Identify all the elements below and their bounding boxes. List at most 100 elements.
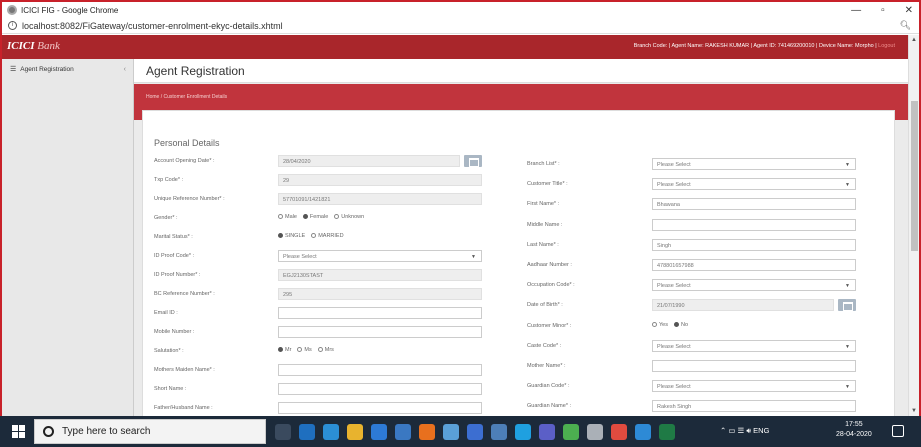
app-icon[interactable]	[467, 424, 483, 440]
radio-icon[interactable]	[278, 347, 283, 353]
customer-title-select[interactable]: Please Select	[652, 178, 856, 191]
store-icon[interactable]	[371, 424, 387, 440]
radio-icon[interactable]	[317, 347, 323, 353]
address-bar[interactable]: i localhost:8082/FiGateway/customer-enro…	[2, 18, 919, 34]
branch-list-label: Branch List* :	[527, 161, 560, 167]
first-name-field[interactable]: Bhawana	[652, 198, 856, 211]
page-title-bar: Agent Registration	[134, 59, 908, 83]
window-title: ICICI FIG - Google Chrome	[21, 5, 119, 15]
radio-icon[interactable]	[302, 214, 308, 220]
middle-name-field[interactable]	[652, 218, 856, 231]
date-of-birth-label: Date of Birth* :	[527, 302, 563, 309]
mother-name-label: Mother Name* :	[527, 363, 566, 369]
mothers-maiden-name-field[interactable]	[278, 364, 482, 376]
email-id-field[interactable]	[278, 307, 482, 319]
excel-icon[interactable]	[659, 424, 675, 440]
file-explorer-icon[interactable]	[347, 424, 363, 440]
caste-code-select[interactable]: Please Select	[652, 339, 856, 352]
bank-logo: ICICI Bank	[7, 40, 60, 52]
last-name-field[interactable]: Singh	[652, 238, 856, 251]
marital-status-radio-group: SINGLE MARRIED	[278, 233, 344, 239]
calendar-icon[interactable]	[464, 155, 482, 167]
scroll-down-icon[interactable]: ▼	[911, 408, 917, 414]
radio-icon[interactable]	[652, 321, 657, 327]
aadhaar-number-field[interactable]: 478801657988	[652, 259, 856, 271]
customer-minor-option-yes[interactable]: Yes	[652, 322, 668, 328]
customer-minor-option-no[interactable]: No	[673, 321, 688, 328]
personal-details-panel: Personal Details Account Opening Date* :…	[142, 110, 895, 416]
salutation-label: Salutation* :	[154, 348, 184, 354]
radio-icon[interactable]	[278, 214, 283, 220]
taskbar-clock[interactable]: 17:55 28-04-2020	[836, 420, 872, 440]
short-name-field[interactable]	[278, 383, 482, 395]
app-icon[interactable]	[491, 424, 507, 440]
customer-title-label: Customer Title* :	[527, 181, 568, 188]
notification-icon[interactable]	[892, 425, 904, 437]
cortana-icon	[43, 426, 54, 437]
radio-icon[interactable]	[278, 233, 283, 239]
gender-label: Gender* :	[154, 215, 178, 221]
guardian-name-label: Guardian Name* :	[527, 403, 572, 410]
skype-icon[interactable]	[515, 424, 531, 440]
guardian-name-field[interactable]: Rakesh Singh	[652, 400, 856, 413]
id-proof-number-label: ID Proof Number* :	[154, 272, 201, 278]
mother-name-field[interactable]	[652, 360, 856, 372]
system-tray[interactable]: ⌃ ▭ ☰ 🔊︎ ENG	[720, 426, 769, 436]
father-husband-name-field[interactable]	[278, 402, 482, 414]
gender-option-female[interactable]: Female	[302, 214, 328, 220]
info-icon[interactable]: i	[8, 21, 17, 30]
mail-icon[interactable]	[395, 424, 411, 440]
breadcrumb-home[interactable]: Home	[146, 94, 159, 100]
radio-icon[interactable]	[311, 233, 317, 239]
taskbar-search-placeholder: Type here to search	[62, 426, 151, 437]
app-icon[interactable]	[443, 424, 459, 440]
gender-option-male[interactable]: Male	[278, 214, 297, 220]
caste-code-label: Caste Code* :	[527, 342, 562, 349]
radio-icon[interactable]	[334, 214, 340, 220]
app-header: ICICI Bank Branch Code: | Agent Name: RA…	[2, 35, 919, 59]
close-button[interactable]: ✕	[905, 5, 913, 16]
chrome-taskbar-icon[interactable]	[611, 424, 627, 440]
radio-icon[interactable]	[297, 347, 303, 353]
logout-link[interactable]: Logout	[878, 43, 895, 49]
id-proof-code-select[interactable]: Please Select	[278, 250, 482, 262]
salutation-option-mr[interactable]: Mr	[278, 347, 291, 353]
mobile-number-field[interactable]	[278, 326, 482, 338]
language-indicator[interactable]: ENG	[753, 426, 769, 435]
occupation-code-select[interactable]: Please Select	[652, 279, 856, 292]
calendar-icon[interactable]	[838, 299, 856, 312]
teams-icon[interactable]	[539, 424, 555, 440]
sidebar: ☰ Agent Registration ‹	[2, 59, 134, 416]
zoom-icon[interactable]: 🔍︎	[900, 20, 911, 31]
restore-button[interactable]: ▫	[881, 5, 885, 16]
marital-status-option-single[interactable]: SINGLE	[278, 233, 305, 239]
notepad-icon[interactable]	[563, 424, 579, 440]
edge-icon[interactable]	[323, 424, 339, 440]
scroll-up-icon[interactable]: ▲	[911, 37, 917, 43]
guardian-code-select[interactable]: Please Select	[652, 380, 856, 393]
url-text[interactable]: localhost:8082/FiGateway/customer-enrolm…	[22, 21, 283, 31]
gender-option-unknown[interactable]: Unknown	[334, 214, 364, 220]
page-scrollbar[interactable]: ▲ ▼	[908, 35, 919, 416]
scrollbar-thumb[interactable]	[911, 101, 918, 251]
app-icon[interactable]	[635, 424, 651, 440]
salutation-option-ms[interactable]: Ms	[297, 347, 312, 353]
customer-minor-label: Customer Minor* :	[527, 322, 572, 329]
main-content: Agent Registration Home / Customer Enrol…	[134, 59, 908, 416]
short-name-label: Short Name :	[154, 386, 187, 392]
gender-radio-group: Male Female Unknown	[278, 214, 364, 220]
task-view-icon[interactable]	[275, 424, 291, 440]
minimize-button[interactable]: —	[851, 5, 861, 16]
sidebar-item-agent-registration[interactable]: ☰ Agent Registration ‹	[2, 61, 134, 77]
windows-start-icon[interactable]	[12, 425, 26, 439]
marital-status-option-married[interactable]: MARRIED	[311, 233, 344, 239]
outlook-icon[interactable]	[299, 424, 315, 440]
unique-reference-number-label: Unique Reference Number* :	[154, 196, 225, 202]
taskbar-search[interactable]: Type here to search	[34, 419, 266, 444]
firefox-icon[interactable]	[419, 424, 435, 440]
branch-list-select[interactable]: Please Select	[652, 158, 856, 170]
sidebar-item-label: Agent Registration	[20, 65, 74, 73]
salutation-option-mrs[interactable]: Mrs	[317, 347, 334, 353]
radio-icon[interactable]	[673, 321, 679, 327]
settings-icon[interactable]	[587, 424, 603, 440]
